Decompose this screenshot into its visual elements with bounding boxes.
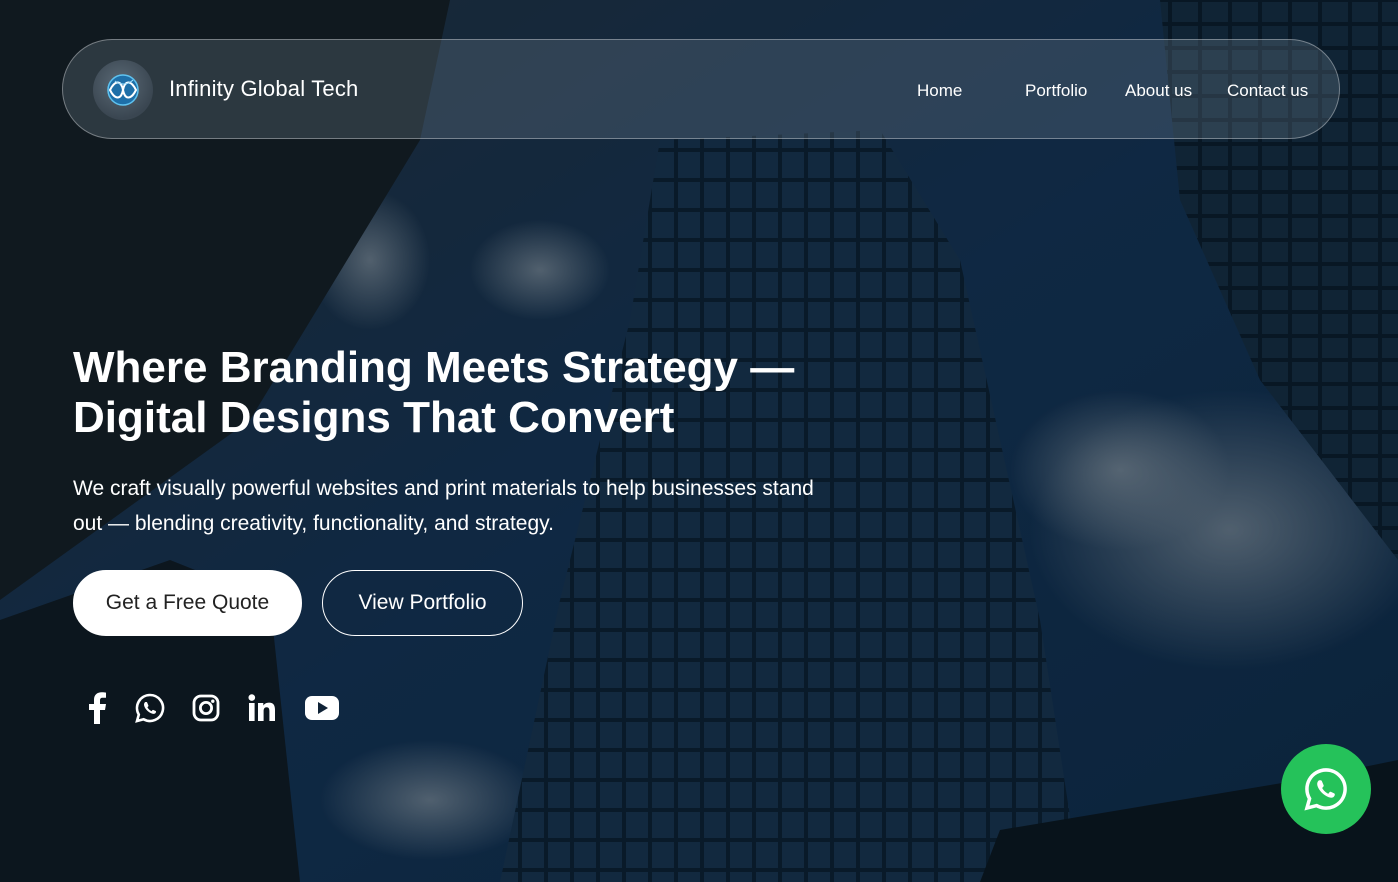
- hero-section: Infinity Global Tech Home Portfolio Abou…: [0, 0, 1398, 882]
- get-free-quote-button[interactable]: Get a Free Quote: [73, 570, 302, 636]
- view-portfolio-button[interactable]: View Portfolio: [322, 570, 523, 636]
- youtube-icon[interactable]: [303, 690, 341, 726]
- hero-headline: Where Branding Meets Strategy — Digital …: [73, 343, 795, 442]
- globe-icon: [107, 74, 139, 106]
- nav-link-about-us[interactable]: About us: [1125, 81, 1192, 101]
- globe-infinity-logo[interactable]: [93, 60, 153, 120]
- navbar: Infinity Global Tech Home Portfolio Abou…: [62, 39, 1340, 139]
- nav-link-contact-us[interactable]: Contact us: [1227, 81, 1308, 101]
- nav-link-portfolio[interactable]: Portfolio: [1025, 81, 1087, 101]
- whatsapp-icon: [1304, 768, 1347, 811]
- whatsapp-icon[interactable]: [134, 690, 166, 726]
- nav-link-home[interactable]: Home: [917, 81, 962, 101]
- hero-subtext: We craft visually powerful websites and …: [73, 477, 814, 535]
- linkedin-icon[interactable]: [246, 690, 278, 726]
- instagram-icon[interactable]: [190, 690, 222, 726]
- facebook-icon[interactable]: [82, 690, 112, 726]
- brand-name[interactable]: Infinity Global Tech: [169, 76, 358, 102]
- whatsapp-float-button[interactable]: [1281, 744, 1371, 834]
